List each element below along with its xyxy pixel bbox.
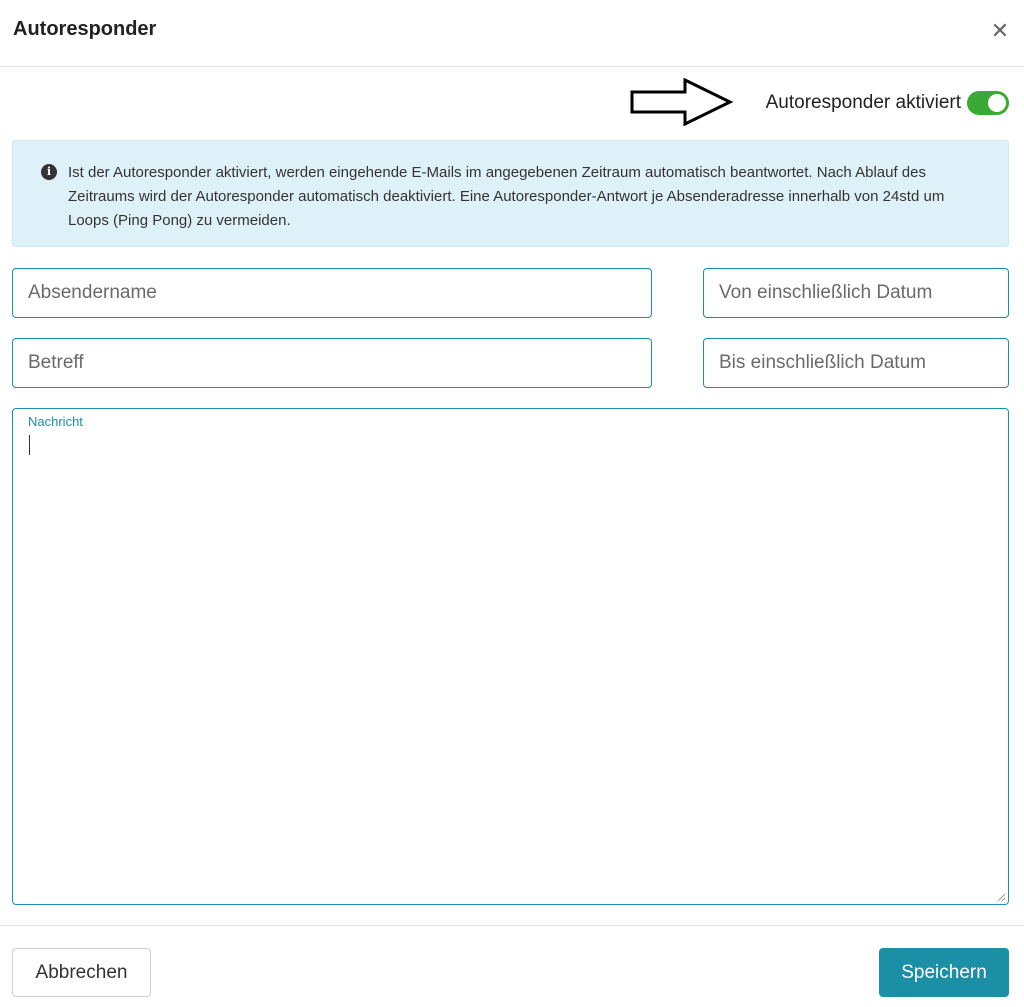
dialog-header: Autoresponder ✕ (0, 0, 1024, 67)
date-to-input[interactable] (703, 338, 1009, 388)
dialog-title: Autoresponder (13, 18, 157, 40)
autoresponder-toggle-row: Autoresponder aktiviert (766, 89, 1009, 117)
date-from-input[interactable] (703, 268, 1009, 318)
info-text: Ist der Autoresponder aktiviert, werden … (68, 164, 945, 229)
sender-name-input[interactable] (12, 268, 652, 318)
dialog-footer: Abbrechen Speichern (0, 925, 1024, 1007)
info-circle-icon: i (41, 164, 57, 180)
text-caret (29, 435, 30, 455)
autoresponder-toggle[interactable] (967, 91, 1009, 115)
close-icon: ✕ (990, 18, 1010, 44)
info-alert: i Ist der Autoresponder aktiviert, werde… (12, 140, 1009, 247)
message-label: Nachricht (28, 414, 83, 429)
autoresponder-dialog: Autoresponder ✕ Autoresponder aktiviert … (0, 0, 1024, 1007)
subject-input[interactable] (12, 338, 652, 388)
message-textarea[interactable] (28, 435, 998, 897)
close-button[interactable]: ✕ (986, 16, 1014, 46)
resize-handle-icon[interactable] (996, 892, 1006, 902)
cancel-button[interactable]: Abbrechen (12, 948, 151, 997)
toggle-knob (988, 94, 1006, 112)
arrow-right-icon (630, 78, 734, 126)
message-field: Nachricht (12, 408, 1009, 905)
toggle-label: Autoresponder aktiviert (765, 92, 961, 113)
save-button[interactable]: Speichern (879, 948, 1009, 997)
